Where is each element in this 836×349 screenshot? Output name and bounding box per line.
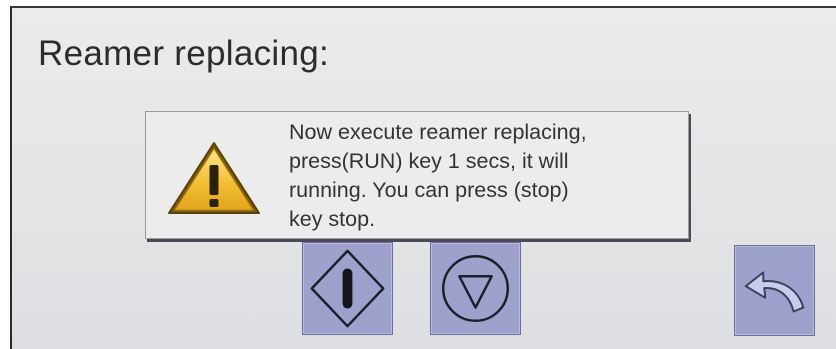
run-button[interactable]: [302, 242, 393, 335]
page-title: Reamer replacing:: [38, 34, 330, 73]
back-arrow-icon: [744, 271, 805, 313]
message-line: Now execute reamer replacing,: [289, 120, 587, 144]
warning-triangle-icon: [164, 138, 264, 218]
warning-message: Now execute reamer replacing, press(RUN)…: [289, 118, 681, 234]
message-line: key stop.: [289, 207, 376, 231]
message-line: running. You can press (stop): [289, 178, 569, 202]
hmi-screen: Reamer replacing: Now execute reamer rep…: [10, 6, 836, 349]
stop-circle-triangle-icon: [442, 255, 509, 322]
message-line: press(RUN) key 1 secs, it will: [289, 149, 569, 173]
back-button[interactable]: [734, 245, 815, 336]
stop-button[interactable]: [430, 242, 521, 335]
run-diamond-icon: [310, 249, 385, 328]
warning-dialog: Now execute reamer replacing, press(RUN)…: [145, 111, 689, 239]
